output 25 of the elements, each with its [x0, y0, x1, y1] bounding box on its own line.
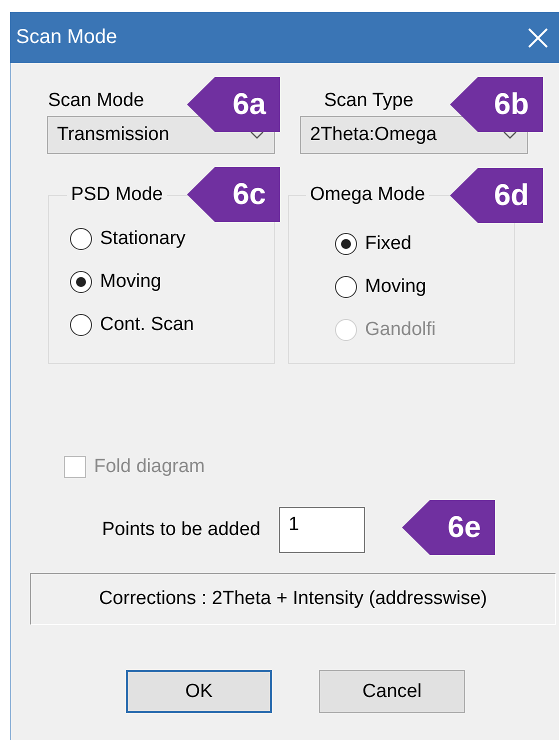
radio-label: Fixed	[365, 233, 412, 255]
radio-label: Stationary	[100, 228, 186, 250]
radio-button[interactable]	[335, 276, 357, 298]
group-title: PSD Mode	[70, 184, 164, 206]
radio-label: Moving	[100, 271, 162, 293]
chevron-down-icon	[503, 131, 517, 139]
radio-button[interactable]	[70, 228, 92, 250]
dialog-button[interactable]: OK	[126, 670, 272, 713]
radio-label: Cont. Scan	[100, 314, 194, 336]
dialog-button[interactable]: Cancel	[319, 670, 465, 713]
radio-label: Gandolfi	[365, 319, 436, 341]
radio-button[interactable]	[70, 314, 92, 336]
radio-button[interactable]	[70, 271, 92, 293]
corrections-text: Corrections : 2Theta + Intensity (addresswise)	[98, 588, 488, 610]
window-title: Scan Mode	[16, 26, 118, 49]
checkbox-label: Fold diagram	[94, 456, 205, 478]
radio-button[interactable]	[335, 233, 357, 255]
combo-label: Scan Mode	[47, 90, 144, 113]
input-field[interactable]: 1	[279, 507, 366, 553]
close-icon[interactable]	[527, 26, 549, 48]
group-title: Omega Mode	[309, 184, 426, 206]
field-label: Points to be added	[102, 519, 260, 541]
radio-label: Moving	[365, 276, 426, 298]
chevron-down-icon	[250, 131, 264, 139]
combo-label: Scan Type	[323, 90, 414, 113]
